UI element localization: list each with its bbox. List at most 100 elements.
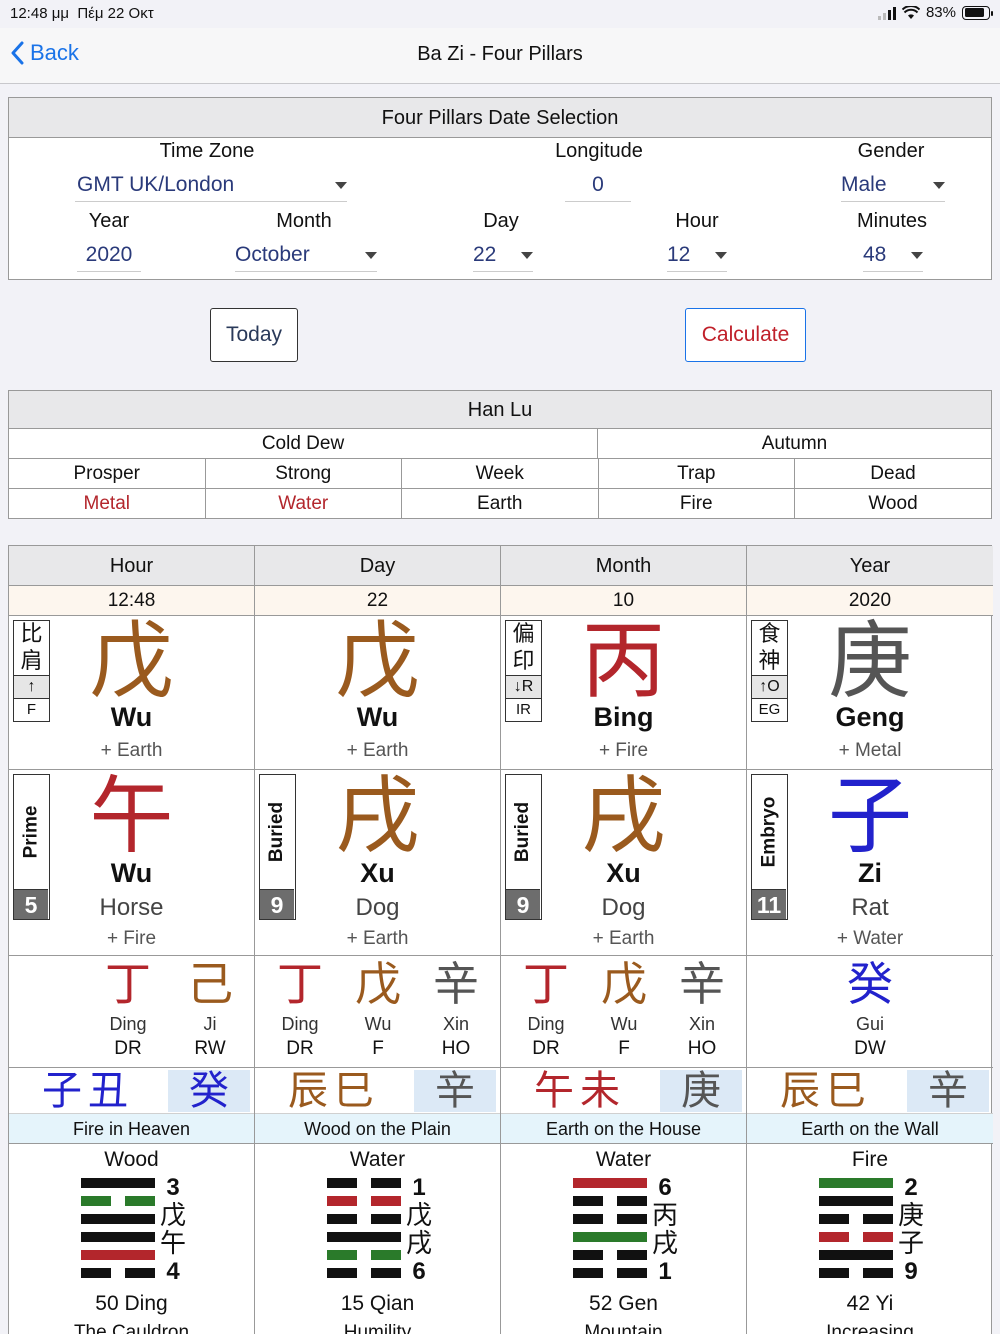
heavenly-stem-cell[interactable]: 丙 Bing + Fire 偏印 ↓R IR <box>501 616 746 770</box>
hour-picker[interactable]: 12 <box>667 238 727 272</box>
hour-label: Hour <box>675 210 719 232</box>
void-nayin-cell: 辰巳辛 Earth on the Wall <box>747 1068 993 1144</box>
ten-god-glyphs: 比肩 <box>14 621 49 676</box>
chevron-down-icon <box>715 252 727 259</box>
yin-line <box>819 1268 893 1278</box>
earthly-branch-cell[interactable]: 戌 Xu Dog + Earth Buried 9 <box>255 770 500 956</box>
han-lu-element-row: Metal Water Earth Fire Wood <box>9 489 991 519</box>
hidden-stem-pinyin: Xin <box>442 1014 469 1034</box>
hexagram-top-number: 2 <box>904 1174 918 1201</box>
hidden-stem[interactable]: 丁 Ding DR <box>505 956 587 1062</box>
hidden-stem[interactable]: 丁 Ding DR <box>259 956 341 1062</box>
hidden-stem[interactable]: 辛 Xin HO <box>661 956 743 1062</box>
heavenly-stem-cell[interactable]: 庚 Geng + Metal 食神 ↑O EG <box>747 616 993 770</box>
hidden-stem-pinyin: Ding <box>109 1014 147 1034</box>
longitude-input[interactable]: 0 <box>565 168 631 202</box>
void-nayin-cell: 午未庚 Earth on the House <box>501 1068 746 1144</box>
hidden-stem[interactable]: 丁 Ding DR <box>87 956 169 1062</box>
earthly-branch-cell[interactable]: 戌 Xu Dog + Earth Buried 9 <box>501 770 746 956</box>
minutes-picker[interactable]: 48 <box>863 238 923 272</box>
battery-percent: 83% <box>925 4 956 21</box>
life-stage-label: Buried <box>512 801 533 862</box>
hexagram-cell[interactable]: Wood 3 戊午 4 50 Ding The Cauldron <box>9 1144 254 1334</box>
hexagram-element: Water <box>349 1148 406 1171</box>
ten-god-symbol: ↑O <box>752 676 787 699</box>
yang-line <box>81 1232 155 1242</box>
year-input[interactable]: 2020 <box>77 238 141 272</box>
hexagram-bottom-number: 6 <box>412 1258 426 1285</box>
status-indicators: 83% <box>877 4 993 21</box>
today-button[interactable]: Today <box>210 308 298 362</box>
pillar-column-month: Month 10 丙 Bing + Fire 偏印 ↓R IR 戌 Xu Dog + Earth Bur… <box>501 546 747 1334</box>
state-cell: Dead <box>870 463 916 484</box>
hidden-stem-abbr: HO <box>687 1038 717 1059</box>
ten-god-tag: 比肩 ↑ F <box>13 620 50 722</box>
month-picker[interactable]: October <box>235 238 377 272</box>
void-branches: 辰巳 <box>780 1068 872 1114</box>
hexagram-stem-char: 戊 <box>405 1201 432 1231</box>
hidden-stem[interactable]: 戊 Wu F <box>583 956 665 1062</box>
ten-god-abbr: IR <box>516 701 531 718</box>
hidden-stem-pinyin: Gui <box>855 1014 884 1034</box>
heavenly-stem-cell[interactable]: 戊 Wu + Earth <box>255 616 500 770</box>
hexagram-element: Wood <box>104 1148 159 1171</box>
hidden-stem[interactable]: 辛 Xin HO <box>415 956 497 1062</box>
hexagram-top-number: 3 <box>166 1174 180 1201</box>
minutes-value: 48 <box>863 243 887 266</box>
pillar-column-hour: Hour 12:48 戊 Wu + Earth 比肩 ↑ F 午 Wu Horse + Fire Pri… <box>9 546 255 1334</box>
stem-glyph: 戊 <box>335 612 420 710</box>
hidden-stem-pinyin: Wu <box>610 1014 638 1034</box>
element-cell: Wood <box>868 493 918 514</box>
yin-line <box>327 1268 401 1278</box>
ten-god-glyph: 偏 <box>512 622 535 647</box>
void-stem: 癸 <box>168 1070 250 1112</box>
stem-element: + Fire <box>598 740 649 761</box>
nayin-label: Fire in Heaven <box>9 1113 254 1143</box>
pillar-column-day: Day 22 戊 Wu + Earth 戌 Xu Dog + Earth Buried 9 丁 Ding… <box>255 546 501 1334</box>
yin-line <box>81 1196 155 1206</box>
status-bar: 12:48 μμ Πέμ 22 Οκτ 83% <box>0 0 1000 28</box>
ten-god-tag: 食神 ↑O EG <box>751 620 788 722</box>
hexagram-branch-char: 戌 <box>651 1229 678 1259</box>
gender-value: Male <box>841 173 887 196</box>
yin-line <box>573 1268 647 1278</box>
life-stage-label: Embryo <box>758 796 779 867</box>
hour-value: 12 <box>667 243 691 266</box>
ten-god-symbol: ↓R <box>506 676 541 699</box>
hidden-stem-glyph: 癸 <box>847 957 893 1011</box>
earthly-branch-cell[interactable]: 午 Wu Horse + Fire Prime 5 <box>9 770 254 956</box>
hexagram-cell[interactable]: Water 6 丙戌 1 52 Gen Mountain <box>501 1144 746 1334</box>
hidden-stem[interactable]: 癸 Gui DW <box>829 956 911 1062</box>
timezone-picker[interactable]: GMT UK/London <box>75 168 347 202</box>
void-branches: 辰巳 <box>288 1068 380 1114</box>
hexagram-branch-char: 子 <box>897 1229 924 1259</box>
hidden-stem-pinyin: Ji <box>203 1014 217 1034</box>
season: Autumn <box>761 433 828 454</box>
life-stage-tag: Buried 9 <box>259 774 296 920</box>
hidden-stem-glyph: 丁 <box>523 957 569 1011</box>
hexagram-cell[interactable]: Fire 2 庚子 9 42 Yi Increasing <box>747 1144 993 1334</box>
ten-god-tag: 偏印 ↓R IR <box>505 620 542 722</box>
stem-element: + Earth <box>346 740 409 761</box>
day-picker[interactable]: 22 <box>473 238 533 272</box>
four-pillars-chart: Hour 12:48 戊 Wu + Earth 比肩 ↑ F 午 Wu Horse + Fire Pri… <box>8 545 993 1334</box>
gender-label: Gender <box>857 140 925 162</box>
pillar-header: Day <box>255 546 500 586</box>
hidden-stem[interactable]: 己 Ji RW <box>169 956 251 1062</box>
yin-line <box>573 1196 647 1206</box>
nayin-label: Earth on the Wall <box>747 1113 993 1143</box>
longitude-label: Longitude <box>555 140 643 162</box>
heavenly-stem-cell[interactable]: 戊 Wu + Earth 比肩 ↑ F <box>9 616 254 770</box>
calculate-button[interactable]: Calculate <box>685 308 806 362</box>
hexagram-subtitle: Mountain <box>584 1322 663 1334</box>
gender-picker[interactable]: Male <box>841 168 945 202</box>
battery-icon <box>962 5 993 20</box>
state-cell: Trap <box>599 459 795 488</box>
yang-line <box>573 1178 647 1188</box>
ten-god-glyphs: 偏印 <box>506 621 541 676</box>
hexagram-cell[interactable]: Water 1 戊戌 6 15 Qian Humility <box>255 1144 500 1334</box>
hidden-stem[interactable]: 戊 Wu F <box>337 956 419 1062</box>
earthly-branch-cell[interactable]: 子 Zi Rat + Water Embryo 11 <box>747 770 993 956</box>
hidden-stem-abbr: HO <box>441 1038 471 1059</box>
hexagram-name: 42 Yi <box>846 1292 894 1315</box>
